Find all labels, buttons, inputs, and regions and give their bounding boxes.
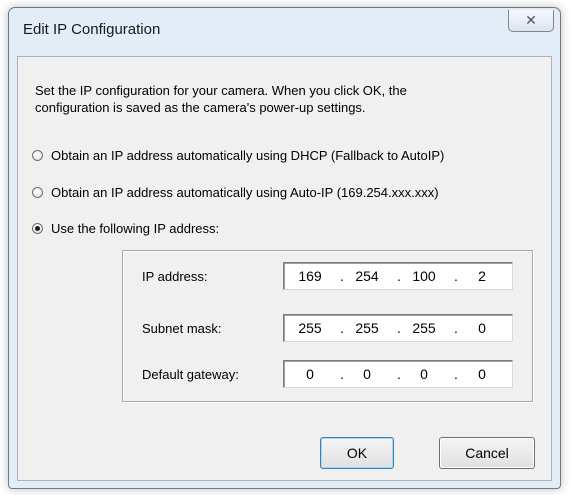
radio-autoip[interactable]: Obtain an IP address automatically using… — [32, 182, 439, 202]
ok-button[interactable]: OK — [320, 437, 394, 469]
dialog-client-area: Set the IP configuration for your camera… — [17, 56, 552, 481]
ip-octet-3[interactable]: 100 — [404, 268, 444, 284]
ip-address-field[interactable]: 169 . 254 . 100 . 2 — [283, 262, 513, 290]
gateway-octet-2[interactable]: 0 — [347, 366, 387, 382]
subnet-octet-2[interactable]: 255 — [347, 320, 387, 336]
subnet-separator: . — [454, 320, 458, 336]
radio-autoip-label[interactable]: Obtain an IP address automatically using… — [51, 185, 439, 200]
intro-text: Set the IP configuration for your camera… — [35, 82, 540, 116]
close-button[interactable]: ✕ — [508, 10, 554, 32]
intro-line-1: Set the IP configuration for your camera… — [35, 83, 407, 98]
radio-autoip-circle[interactable] — [32, 186, 43, 198]
ip-separator: . — [340, 268, 344, 284]
ip-separator: . — [397, 268, 401, 284]
subnet-octet-3[interactable]: 255 — [404, 320, 444, 336]
dialog-window: Edit IP Configuration ✕ Set the IP confi… — [8, 7, 561, 489]
radio-dhcp[interactable]: Obtain an IP address automatically using… — [32, 145, 444, 165]
gateway-separator: . — [454, 366, 458, 382]
subnet-separator: . — [340, 320, 344, 336]
default-gateway-label: Default gateway: — [142, 367, 239, 382]
intro-line-2: configuration is saved as the camera's p… — [35, 100, 366, 115]
gateway-separator: . — [340, 366, 344, 382]
gateway-octet-1[interactable]: 0 — [290, 366, 330, 382]
ip-address-label: IP address: — [142, 269, 208, 284]
subnet-octet-4[interactable]: 0 — [462, 320, 502, 336]
dialog-title: Edit IP Configuration — [23, 21, 161, 38]
ip-octet-2[interactable]: 254 — [347, 268, 387, 284]
radio-static-label[interactable]: Use the following IP address: — [51, 221, 219, 236]
gateway-separator: . — [397, 366, 401, 382]
title-bar[interactable]: Edit IP Configuration ✕ — [9, 8, 560, 56]
radio-dhcp-circle[interactable] — [32, 149, 43, 161]
ip-octet-1[interactable]: 169 — [290, 268, 330, 284]
ip-octet-4[interactable]: 2 — [462, 268, 502, 284]
ip-separator: . — [454, 268, 458, 284]
subnet-mask-field[interactable]: 255 . 255 . 255 . 0 — [283, 314, 513, 342]
default-gateway-field[interactable]: 0 . 0 . 0 . 0 — [283, 360, 513, 388]
close-icon: ✕ — [525, 12, 537, 29]
ok-button-label: OK — [346, 445, 368, 461]
gateway-octet-4[interactable]: 0 — [462, 366, 502, 382]
subnet-mask-label: Subnet mask: — [142, 321, 222, 336]
cancel-button[interactable]: Cancel — [439, 437, 535, 469]
cancel-button-label: Cancel — [465, 445, 509, 461]
gateway-octet-3[interactable]: 0 — [404, 366, 444, 382]
radio-static-circle[interactable] — [32, 222, 43, 234]
radio-static[interactable]: Use the following IP address: — [32, 218, 219, 238]
radio-dhcp-label[interactable]: Obtain an IP address automatically using… — [51, 148, 444, 163]
subnet-separator: . — [397, 320, 401, 336]
subnet-octet-1[interactable]: 255 — [290, 320, 330, 336]
